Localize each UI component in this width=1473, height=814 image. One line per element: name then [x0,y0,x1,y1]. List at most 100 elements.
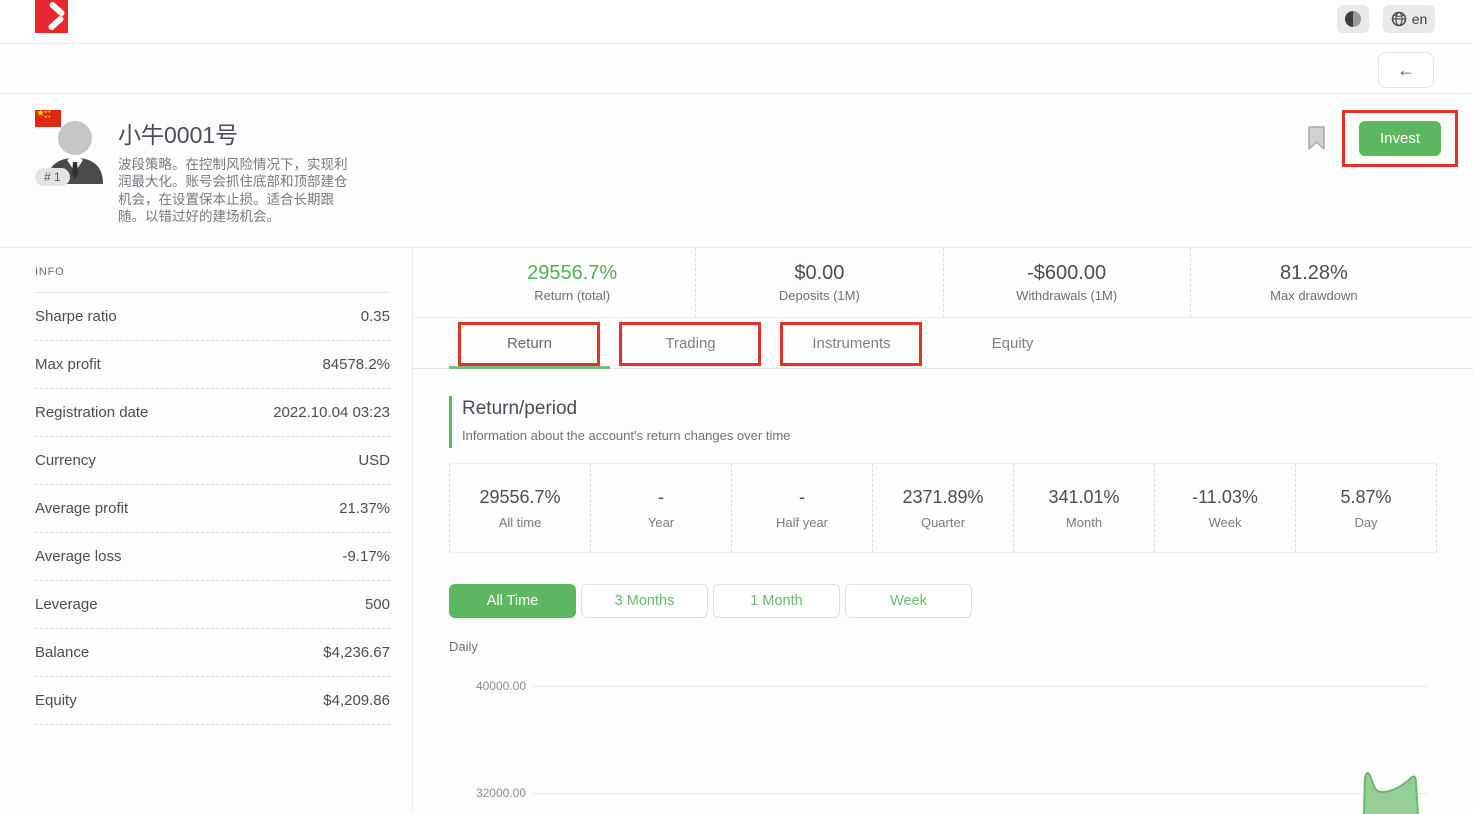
back-button[interactable]: ← [1378,52,1434,88]
stat-deposits: $0.00 Deposits (1M) [695,248,942,317]
info-value: $4,236.67 [323,644,390,661]
period-value: 29556.7% [479,487,560,508]
period-label: Week [1209,515,1242,530]
period-quarter: 2371.89% Quarter [872,464,1013,552]
info-value: USD [358,452,390,469]
active-tab-underline [449,366,610,369]
stat-value: 29556.7% [527,262,617,285]
rank-badge: # 1 [35,168,70,186]
section-subtitle: Information about the account's return c… [462,428,1437,443]
tab-instruments[interactable]: Instruments [771,318,932,368]
period-value: - [799,487,805,508]
info-value: 21.37% [339,500,390,517]
globe-icon [1391,11,1407,27]
language-label: en [1412,11,1428,27]
stat-label: Max drawdown [1270,288,1357,303]
stat-label: Deposits (1M) [779,288,860,303]
account-profile-header: ★ ★★★★ # 1 小牛0001号 波段策略。在控制风险情况下，实现利润最大化… [0,94,1473,248]
tab-label: Instruments [812,335,890,352]
period-stats-row: 29556.7% All time - Year - Half year 237… [449,463,1437,553]
info-label: Average loss [35,548,121,565]
bookmark-icon[interactable] [1307,126,1326,151]
info-value: 2022.10.04 03:23 [273,404,390,421]
info-label: Currency [35,452,96,469]
invest-button[interactable]: Invest [1359,121,1441,156]
period-value: 2371.89% [902,487,983,508]
info-label: Balance [35,644,89,661]
stat-withdrawals: -$600.00 Withdrawals (1M) [943,248,1190,317]
area-series-spike [1362,769,1420,814]
summary-stats-row: 29556.7% Return (total) $0.00 Deposits (… [413,248,1473,318]
period-half-year: - Half year [731,464,872,552]
theme-toggle-button[interactable] [1337,5,1369,33]
period-label: Quarter [921,515,965,530]
info-row-average-profit: Average profit 21.37% [35,485,390,533]
china-flag-icon: ★ ★★★★ [35,110,61,127]
brand-logo[interactable] [35,0,68,33]
tab-label: Return [507,335,552,352]
info-label: Sharpe ratio [35,308,117,325]
tab-trading[interactable]: Trading [610,318,771,368]
gridline-32000 [532,793,1428,794]
tab-label: Equity [992,335,1034,352]
y-axis-tick-32000: 32000.00 [436,786,526,800]
period-value: -11.03% [1192,487,1258,508]
contrast-icon [1345,11,1361,27]
stat-value: $0.00 [794,262,844,285]
range-button-week[interactable]: Week [845,584,972,618]
info-row-equity: Equity $4,209.86 [35,677,390,725]
period-label: Month [1066,515,1102,530]
logo-chevron-top [48,1,65,18]
info-row-sharpe-ratio: Sharpe ratio 0.35 [35,293,390,341]
detail-tabs: Return Trading Instruments Equity [413,318,1473,369]
info-label: Average profit [35,500,128,517]
left-arrow-icon: ← [1397,60,1415,81]
info-value: $4,209.86 [323,692,390,709]
period-label: All time [499,515,542,530]
period-year: - Year [590,464,731,552]
info-row-max-profit: Max profit 84578.2% [35,341,390,389]
info-label: Registration date [35,404,148,421]
gridline-40000 [532,686,1428,687]
period-all-time: 29556.7% All time [449,464,590,552]
info-label: Leverage [35,596,98,613]
stat-value: 81.28% [1280,262,1348,285]
tab-equity[interactable]: Equity [932,318,1093,368]
info-row-leverage: Leverage 500 [35,581,390,629]
info-value: 0.35 [361,308,390,325]
stat-label: Withdrawals (1M) [1016,288,1117,303]
range-button-1-month[interactable]: 1 Month [713,584,840,618]
flag-small-stars: ★★★★ [44,110,51,119]
period-day: 5.87% Day [1295,464,1437,552]
account-description: 波段策略。在控制风险情况下，实现利润最大化。账号会抓住底部和顶部建仓机会，在设置… [118,156,356,225]
chart-series-label: Daily [449,639,1437,654]
language-selector[interactable]: en [1383,5,1435,33]
main-panel: 29556.7% Return (total) $0.00 Deposits (… [413,248,1473,814]
info-value: 500 [365,596,390,613]
info-label: Max profit [35,356,101,373]
account-title: 小牛0001号 [118,116,368,150]
range-button-all-time[interactable]: All Time [449,584,576,618]
info-heading: INFO [35,258,390,292]
stat-return-total: 29556.7% Return (total) [449,248,695,317]
range-button-3-months[interactable]: 3 Months [581,584,708,618]
period-label: Year [648,515,674,530]
info-sidebar: INFO Sharpe ratio 0.35 Max profit 84578.… [0,248,413,814]
period-label: Half year [776,515,828,530]
period-week: -11.03% Week [1154,464,1295,552]
info-value: 84578.2% [322,356,390,373]
period-value: 5.87% [1340,487,1391,508]
stat-value: -$600.00 [1027,262,1106,285]
stat-label: Return (total) [534,288,610,303]
return-chart[interactable]: 40000.00 32000.00 [413,660,1473,814]
info-row-currency: Currency USD [35,437,390,485]
avatar-block: ★ ★★★★ # 1 [35,110,107,190]
navigation-bar: ← [0,44,1473,94]
info-label: Equity [35,692,77,709]
chart-range-buttons: All Time 3 Months 1 Month Week [449,584,1437,618]
stat-max-drawdown: 81.28% Max drawdown [1190,248,1437,317]
top-bar: en [0,0,1473,44]
tab-label: Trading [665,335,715,352]
tab-return[interactable]: Return [449,318,610,368]
return-period-section-header: Return/period Information about the acco… [449,396,1437,448]
